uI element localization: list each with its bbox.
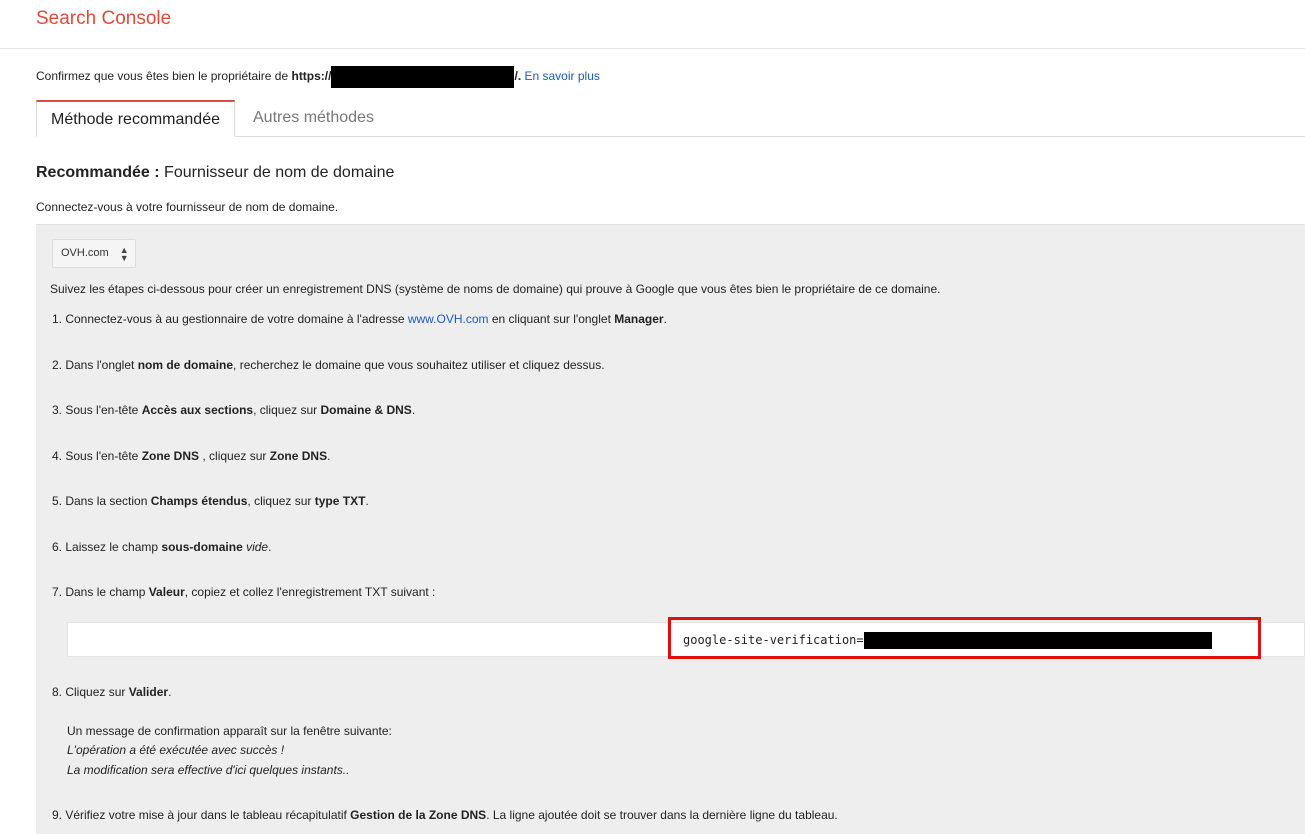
- step-text: , recherchez le domaine que vous souhait…: [233, 358, 605, 372]
- app-title[interactable]: Search Console: [36, 8, 171, 30]
- txt-record-highlight[interactable]: google-site-verification=: [668, 617, 1261, 659]
- step-4: 4. Sous l'en-tête Zone DNS , cliquez sur…: [52, 449, 330, 463]
- step-bold: Manager: [614, 312, 664, 326]
- instructions-intro: Suivez les étapes ci-dessous pour créer …: [50, 282, 941, 296]
- step-bold: Zone DNS: [269, 449, 328, 463]
- step-text: 2. Dans l'onglet: [52, 358, 138, 372]
- step-bold: nom de domaine: [137, 358, 234, 372]
- confirm-prefix: Confirmez que vous êtes bien le propriét…: [36, 69, 292, 84]
- step-7: 7. Dans le champ Valeur, copiez et colle…: [52, 585, 435, 599]
- step-text: 8. Cliquez sur: [52, 685, 129, 699]
- step-text: .: [365, 494, 369, 508]
- redacted-verification-code: [863, 632, 1212, 649]
- confirmation-italic: La modification sera effective d'ici que…: [67, 763, 350, 777]
- step-bold: sous-domaine: [161, 540, 243, 554]
- step-text: 5. Dans la section: [52, 494, 151, 508]
- confirmation-italic: L'opération a été exécutée avec succès !: [67, 743, 285, 757]
- site-url-start: https://: [291, 69, 332, 84]
- step-text: .: [268, 540, 272, 554]
- recommended-label: Recommandée :: [36, 164, 160, 181]
- step-text: 1. Connectez-vous à au gestionnaire de v…: [52, 312, 408, 326]
- step-text: en cliquant sur l'onglet: [488, 312, 615, 326]
- instructions-panel: OVH.com ▲ ▼ Suivez les étapes ci-dessous …: [36, 224, 1305, 834]
- txt-record-prefix: google-site-verification=: [683, 633, 864, 647]
- step-3: 3. Sous l'en-tête Accès aux sections, cl…: [52, 403, 415, 417]
- step-bold: Accès aux sections: [141, 403, 254, 417]
- step-text: , cliquez sur: [253, 403, 321, 417]
- step-text: .: [168, 685, 172, 699]
- step-text: 3. Sous l'en-tête: [52, 403, 142, 417]
- step-bold: Domaine & DNS: [320, 403, 412, 417]
- step-bold: Gestion de la Zone DNS: [350, 808, 487, 822]
- step-text: , cliquez sur: [247, 494, 315, 508]
- header-bar: Search Console: [0, 0, 1305, 49]
- step-1: 1. Connectez-vous à au gestionnaire de v…: [52, 312, 667, 326]
- step-text: .: [411, 403, 416, 417]
- step-text: . La ligne ajoutée doit se trouver dans …: [486, 808, 838, 822]
- step-text: .: [327, 449, 331, 463]
- provider-subtitle: Connectez-vous à votre fournisseur de no…: [36, 200, 339, 214]
- ownership-confirm-text: Confirmez que vous êtes bien le propriét…: [36, 66, 600, 88]
- step-text: , copiez et collez l'enregistrement TXT …: [184, 585, 436, 599]
- tab-other-methods[interactable]: Autres méthodes: [239, 100, 388, 136]
- step-2: 2. Dans l'onglet nom de domaine, recherc…: [52, 358, 605, 372]
- verification-tabs: Méthode recommandée Autres méthodes: [36, 100, 1305, 137]
- provider-select-value: OVH.com: [61, 247, 109, 259]
- step-bold: Champs étendus: [150, 494, 248, 508]
- step-italic: vide: [242, 540, 269, 554]
- step-text: 9. Vérifiez votre mise à jour dans le ta…: [52, 808, 351, 822]
- provider-heading: Fournisseur de nom de domaine: [164, 164, 395, 181]
- step-bold: type TXT: [314, 494, 366, 508]
- confirmation-line-1: Un message de confirmation apparaît sur …: [67, 724, 392, 738]
- redacted-url: [331, 66, 515, 88]
- step-8: 8. Cliquez sur Valider.: [52, 685, 171, 699]
- select-arrows-icon: ▲ ▼: [119, 245, 129, 263]
- tab-recommended-method[interactable]: Méthode recommandée: [36, 100, 235, 137]
- confirmation-line-3: La modification sera effective d'ici que…: [67, 763, 349, 777]
- step-text: 4. Sous l'en-tête: [52, 449, 142, 463]
- step-text: , cliquez sur: [199, 449, 270, 463]
- step-bold: Zone DNS: [141, 449, 200, 463]
- step-bold: Valeur: [148, 585, 185, 599]
- step-6: 6. Laissez le champ sous-domaine vide.: [52, 540, 271, 554]
- txt-record-value[interactable]: google-site-verification=: [683, 632, 1212, 649]
- recommended-heading: Recommandée : Fournisseur de nom de doma…: [36, 164, 394, 182]
- step-5: 5. Dans la section Champs étendus, cliqu…: [52, 494, 369, 508]
- ovh-link[interactable]: www.OVH.com: [408, 312, 489, 326]
- confirmation-line-2: L'opération a été exécutée avec succès !: [67, 743, 284, 757]
- provider-select[interactable]: OVH.com ▲ ▼: [52, 239, 136, 268]
- site-url-end: /.: [514, 69, 522, 84]
- learn-more-link[interactable]: En savoir plus: [525, 69, 600, 83]
- step-text: 7. Dans le champ: [52, 585, 149, 599]
- step-9: 9. Vérifiez votre mise à jour dans le ta…: [52, 808, 838, 822]
- step-text: .: [663, 312, 667, 326]
- step-text: 6. Laissez le champ: [52, 540, 162, 554]
- step-bold: Valider: [128, 685, 169, 699]
